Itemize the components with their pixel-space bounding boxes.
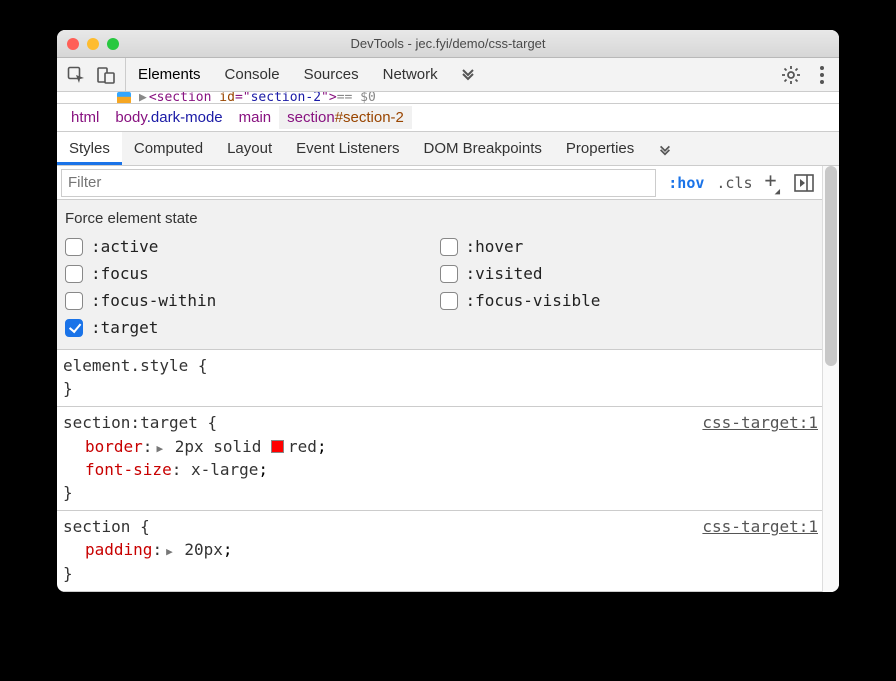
titlebar: DevTools - jec.fyi/demo/css-target — [57, 30, 839, 58]
breadcrumb-trail: htmlbody.dark-modemainsection#section-2 — [57, 104, 839, 132]
device-toolbar-icon[interactable] — [97, 66, 115, 84]
subtab-layout[interactable]: Layout — [215, 132, 284, 165]
toggle-hov-button[interactable]: :hov — [668, 174, 704, 192]
force-state-focus-visible[interactable]: :focus-visible — [440, 291, 815, 310]
style-rule[interactable]: element.style {} — [57, 350, 822, 407]
checkbox-icon — [65, 292, 83, 310]
maximize-window-button[interactable] — [107, 38, 119, 50]
rule-source-link[interactable]: css-target:1 — [702, 411, 818, 434]
main-toolbar: ElementsConsoleSourcesNetwork — [57, 58, 839, 92]
panel-tab-sources[interactable]: Sources — [292, 58, 371, 91]
checkbox-label: :focus-visible — [466, 291, 601, 310]
checkbox-icon — [65, 319, 83, 337]
css-declaration[interactable]: border:▶ 2px solid red; — [63, 435, 816, 458]
rule-selector[interactable]: section — [63, 517, 130, 536]
more-options-icon[interactable] — [819, 65, 825, 85]
css-declaration[interactable]: padding:▶ 20px; — [63, 538, 816, 561]
rule-selector[interactable]: section:target — [63, 413, 198, 432]
scrollbar[interactable] — [822, 166, 839, 592]
expand-shorthand-icon[interactable]: ▶ — [156, 441, 163, 457]
color-swatch[interactable] — [271, 440, 284, 453]
force-state-focus-within[interactable]: :focus-within — [65, 291, 440, 310]
force-state-header: Force element state — [65, 210, 814, 227]
devtools-window: DevTools - jec.fyi/demo/css-target Eleme… — [57, 30, 839, 592]
breadcrumb-section[interactable]: section#section-2 — [279, 106, 412, 129]
scrollbar-thumb[interactable] — [825, 166, 837, 366]
new-style-rule-button[interactable]: +◢ — [765, 168, 782, 195]
checkbox-label: :focus-within — [91, 291, 216, 310]
force-state-active[interactable]: :active — [65, 237, 440, 256]
subtab-dom-breakpoints[interactable]: DOM Breakpoints — [412, 132, 554, 165]
settings-gear-icon[interactable] — [781, 65, 801, 85]
force-state-target[interactable]: :target — [65, 318, 440, 337]
checkbox-icon — [440, 292, 458, 310]
element-highlight-swatch — [117, 92, 131, 104]
inspect-element-icon[interactable] — [67, 66, 85, 84]
breadcrumb-html[interactable]: html — [63, 106, 107, 129]
subtab-computed[interactable]: Computed — [122, 132, 215, 165]
breadcrumb-main[interactable]: main — [231, 106, 280, 129]
expand-caret-icon[interactable]: ▶ — [139, 92, 147, 104]
rule-selector[interactable]: element.style — [63, 356, 188, 375]
rule-source-link[interactable]: css-target:1 — [702, 515, 818, 538]
styles-filter-input[interactable] — [61, 169, 656, 197]
checkbox-label: :hover — [466, 237, 524, 256]
subtab-styles[interactable]: Styles — [57, 132, 122, 165]
checkbox-label: :active — [91, 237, 158, 256]
panel-tabs: ElementsConsoleSourcesNetwork — [126, 58, 450, 91]
toggle-cls-button[interactable]: .cls — [716, 174, 752, 192]
panel-tab-elements[interactable]: Elements — [126, 58, 213, 91]
checkbox-icon — [440, 238, 458, 256]
checkbox-icon — [65, 238, 83, 256]
close-window-button[interactable] — [67, 38, 79, 50]
more-tabs-icon[interactable] — [450, 65, 486, 85]
styles-subtabs: StylesComputedLayoutEvent ListenersDOM B… — [57, 132, 839, 166]
css-declaration[interactable]: font-size: x-large; — [63, 458, 816, 481]
force-state-visited[interactable]: :visited — [440, 264, 815, 283]
subtab-event-listeners[interactable]: Event Listeners — [284, 132, 411, 165]
style-rule[interactable]: css-target:1section {padding:▶ 20px;} — [57, 511, 822, 592]
checkbox-label: :focus — [91, 264, 149, 283]
breadcrumb-body[interactable]: body.dark-mode — [107, 106, 230, 129]
checkbox-icon — [65, 265, 83, 283]
elements-dom-line[interactable]: ▶ <section id="section-2"> == $0 — [57, 92, 839, 104]
panel-tab-network[interactable]: Network — [371, 58, 450, 91]
style-rules-list: element.style {} css-target:1 section:targ… — [57, 350, 822, 592]
checkbox-label: :visited — [466, 264, 543, 283]
filter-row: :hov .cls +◢ — [57, 166, 822, 200]
checkbox-icon — [440, 265, 458, 283]
expand-shorthand-icon[interactable]: ▶ — [166, 544, 173, 560]
more-subtabs-icon[interactable] — [646, 132, 684, 165]
traffic-lights — [67, 38, 119, 50]
checkbox-label: :target — [91, 318, 158, 337]
minimize-window-button[interactable] — [87, 38, 99, 50]
force-state-hover[interactable]: :hover — [440, 237, 815, 256]
force-state-grid: :active :hover :focus :visited :focus-within… — [65, 237, 814, 337]
computed-sidebar-toggle-icon[interactable] — [794, 174, 814, 192]
panel-tab-console[interactable]: Console — [213, 58, 292, 91]
style-rule[interactable]: css-target:1section:target {border:▶ 2px… — [57, 407, 822, 511]
window-title: DevTools - jec.fyi/demo/css-target — [57, 36, 839, 51]
force-element-state-panel: Force element state :active :hover :focus:… — [57, 200, 822, 350]
force-state-focus[interactable]: :focus — [65, 264, 440, 283]
subtab-properties[interactable]: Properties — [554, 132, 646, 165]
